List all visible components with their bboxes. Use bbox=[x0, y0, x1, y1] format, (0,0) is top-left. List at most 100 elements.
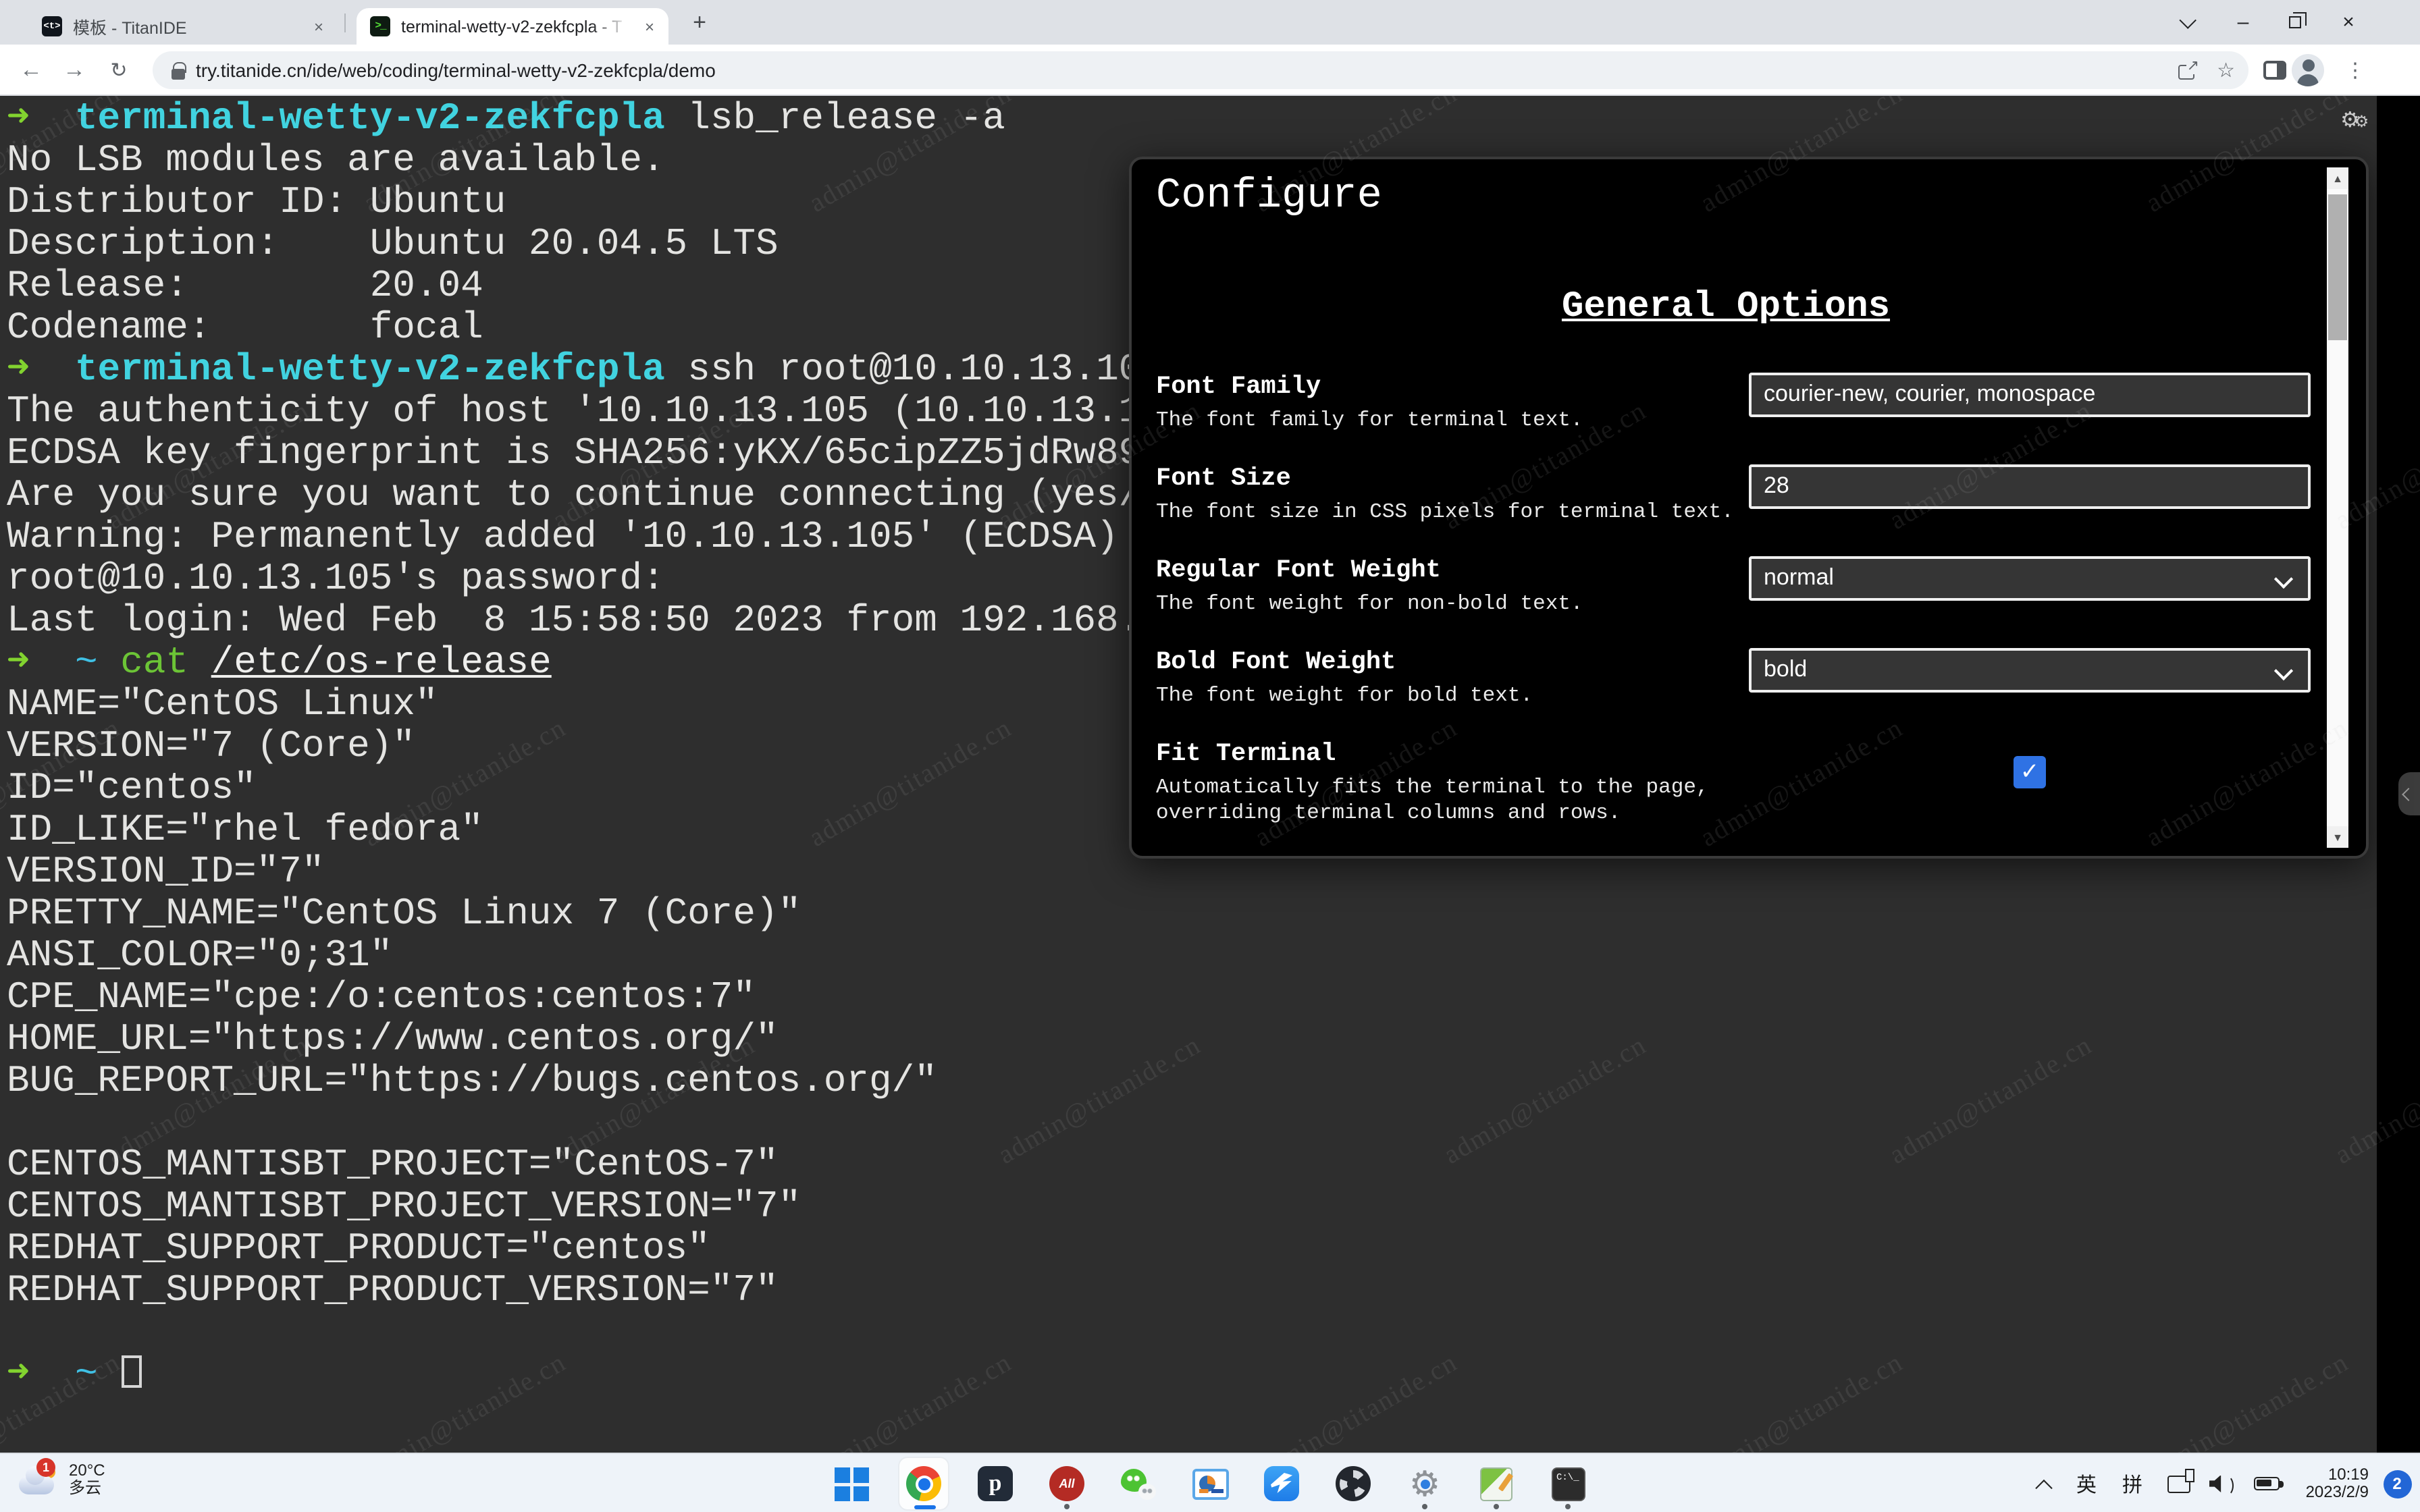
tray-chevron-up-icon[interactable] bbox=[2023, 1454, 2063, 1512]
taskbar-app-dingtalk[interactable] bbox=[1256, 1457, 1307, 1511]
taskbar-app-wechat[interactable] bbox=[1113, 1457, 1164, 1511]
bold-font-weight-description: The font weight for bold text. bbox=[1156, 683, 1737, 709]
tab-title: terminal-wetty-v2-zekfcpla - T bbox=[401, 17, 633, 36]
window-close-button[interactable]: × bbox=[2321, 0, 2375, 45]
forward-button[interactable]: → bbox=[54, 45, 95, 96]
cmd-icon: C:\_ bbox=[1551, 1467, 1585, 1501]
config-row-font-size: Font SizeThe font size in CSS pixels for… bbox=[1156, 464, 2311, 556]
network-icon[interactable] bbox=[2155, 1454, 2201, 1512]
terminal-line: PRETTY_NAME="CentOS Linux 7 (Core)" bbox=[7, 894, 1164, 936]
dialog-title: Configure bbox=[1156, 173, 1382, 220]
ime-pinyin-button[interactable]: 拼 bbox=[2109, 1454, 2155, 1512]
chart-app-icon bbox=[1192, 1468, 1228, 1499]
collapse-handle[interactable] bbox=[2398, 772, 2420, 815]
new-tab-button[interactable]: + bbox=[683, 7, 716, 39]
terminal-line: Warning: Permanently added '10.10.13.105… bbox=[7, 517, 1164, 559]
ime-language-button[interactable]: 英 bbox=[2063, 1454, 2109, 1512]
clock[interactable]: 10:19 2023/2/9 bbox=[2290, 1454, 2374, 1512]
terminal-line: No LSB modules are available. bbox=[7, 140, 1164, 182]
terminal-line: Distributor ID: Ubuntu bbox=[7, 182, 1164, 224]
config-row-bold-font-weight: Bold Font Weight The font weight for bold… bbox=[1156, 648, 2311, 740]
terminal-line: NAME="CentOS Linux" bbox=[7, 684, 1164, 726]
tab-close-icon[interactable]: × bbox=[308, 16, 330, 37]
terminal-settings-gears-icon[interactable]: ⚙⚙ bbox=[2340, 107, 2369, 134]
scroll-up-icon[interactable]: ▲ bbox=[2327, 167, 2348, 189]
check-icon: ✓ bbox=[2020, 759, 2040, 786]
taskbar-app-notepadpp[interactable] bbox=[1471, 1457, 1522, 1511]
taskbar-app-p-app[interactable]: p bbox=[970, 1457, 1021, 1511]
window-minimize-button[interactable]: – bbox=[2216, 0, 2270, 45]
chrome-icon bbox=[906, 1466, 941, 1501]
terminal-line: Description: Ubuntu 20.04.5 LTS bbox=[7, 224, 1164, 266]
share-icon[interactable]: ↗ bbox=[2178, 61, 2198, 80]
bold-font-weight-label: Bold Font Weight bbox=[1156, 648, 1737, 676]
terminal-output[interactable]: ➜ terminal-wetty-v2-zekfcpla lsb_release… bbox=[7, 99, 1164, 1396]
tab-close-icon[interactable]: × bbox=[639, 16, 660, 37]
notification-badge[interactable]: 2 bbox=[2374, 1454, 2420, 1512]
browser-toolbar: ← → ↻ try.titanide.cn/ide/web/coding/ter… bbox=[0, 45, 2420, 96]
dingtalk-icon bbox=[1264, 1466, 1299, 1501]
terminal-favicon-icon: >_ bbox=[370, 16, 390, 36]
browser-menu-icon[interactable]: ⋮ bbox=[2340, 45, 2370, 96]
terminal-line: The authenticity of host '10.10.13.105 (… bbox=[7, 392, 1164, 433]
terminal-line: REDHAT_SUPPORT_PRODUCT_VERSION="7" bbox=[7, 1270, 1164, 1312]
terminal-line: VERSION="7 (Core)" bbox=[7, 726, 1164, 768]
dialog-scrollbar[interactable]: ▲ ▼ bbox=[2327, 167, 2348, 848]
taskbar-app-cmd[interactable]: C:\_ bbox=[1542, 1457, 1594, 1511]
font-family-input[interactable]: courier-new, courier, monospace bbox=[1749, 373, 2311, 417]
reload-button[interactable]: ↻ bbox=[99, 45, 139, 96]
address-bar[interactable]: try.titanide.cn/ide/web/coding/terminal-… bbox=[153, 51, 2248, 89]
terminal-line: BUG_REPORT_URL="https://bugs.centos.org/… bbox=[7, 1061, 1164, 1103]
bold-font-weight-select[interactable]: bold bbox=[1749, 648, 2311, 693]
lock-icon[interactable] bbox=[172, 68, 185, 79]
terminal-line: ECDSA key fingerprint is SHA256:yKX/65ci… bbox=[7, 433, 1164, 475]
back-button[interactable]: ← bbox=[11, 45, 51, 96]
taskbar-app-pc-manager[interactable]: ⚙ bbox=[1399, 1457, 1450, 1511]
taskbar-app-chart-app[interactable] bbox=[1184, 1457, 1236, 1511]
tab-search-chevron-icon[interactable] bbox=[2162, 0, 2216, 45]
windows-taskbar: 1 20°C 多云 pAll⚙C:\_ 英 拼 10:19 2023/2/9 2 bbox=[0, 1453, 2420, 1512]
url-text: try.titanide.cn/ide/web/coding/terminal-… bbox=[196, 59, 716, 81]
terminal-line: Codename: focal bbox=[7, 308, 1164, 350]
watermark-text: admin@titanide.cn bbox=[1250, 1347, 1463, 1453]
terminal-line: ANSI_COLOR="0;31" bbox=[7, 936, 1164, 977]
terminal-line: REDHAT_SUPPORT_PRODUCT="centos" bbox=[7, 1228, 1164, 1270]
regular-font-weight-select[interactable]: normal bbox=[1749, 556, 2311, 601]
tab-terminal-wetty[interactable]: >_ terminal-wetty-v2-zekfcpla - T × bbox=[357, 8, 668, 45]
tab-divider bbox=[344, 14, 346, 32]
scrollbar-thumb[interactable] bbox=[2328, 194, 2347, 340]
pc-manager-icon: ⚙ bbox=[1407, 1466, 1442, 1501]
terminal-line: Are you sure you want to continue connec… bbox=[7, 475, 1164, 517]
terminal-line: HOME_URL="https://www.centos.org/" bbox=[7, 1019, 1164, 1061]
side-panel-icon[interactable] bbox=[2263, 61, 2286, 80]
volume-icon[interactable] bbox=[2201, 1454, 2242, 1512]
taskbar-app-obs[interactable] bbox=[1327, 1457, 1379, 1511]
terminal-cursor bbox=[122, 1355, 142, 1388]
taskbar-app-windows-start[interactable] bbox=[826, 1457, 878, 1511]
font-family-label: Font Family bbox=[1156, 373, 1737, 401]
bookmark-star-icon[interactable]: ☆ bbox=[2217, 58, 2235, 82]
fit-terminal-checkbox[interactable]: ✓ bbox=[2014, 756, 2046, 788]
scroll-down-icon[interactable]: ▼ bbox=[2327, 826, 2348, 848]
terminal-line: ➜ ~ bbox=[7, 1354, 1164, 1396]
font-size-label: Font Size bbox=[1156, 464, 1737, 493]
battery-icon[interactable] bbox=[2242, 1454, 2290, 1512]
terminal-line: root@10.10.13.105's password: bbox=[7, 559, 1164, 601]
config-row-regular-font-weight: Regular Font WeightThe font weight for n… bbox=[1156, 556, 2311, 648]
configure-dialog: Configure General Options Font FamilyThe… bbox=[1129, 157, 2369, 859]
window-restore-button[interactable] bbox=[2267, 0, 2321, 45]
watermark-text: admin@titanide.cn bbox=[1439, 1030, 1652, 1171]
terminal-line bbox=[7, 1312, 1164, 1354]
taskbar-app-alist[interactable]: All bbox=[1041, 1457, 1093, 1511]
taskbar-app-chrome[interactable] bbox=[898, 1457, 949, 1511]
profile-avatar[interactable] bbox=[2292, 54, 2324, 86]
terminal-line: CENTOS_MANTISBT_PROJECT_VERSION="7" bbox=[7, 1187, 1164, 1228]
terminal-line: ➜ ~ cat /etc/os-release bbox=[7, 643, 1164, 684]
fit-terminal-description: Automatically fits the terminal to the p… bbox=[1156, 775, 1737, 826]
terminal-line: VERSION_ID="7" bbox=[7, 852, 1164, 894]
font-size-input[interactable]: 28 bbox=[1749, 464, 2311, 509]
terminal-line: Release: 20.04 bbox=[7, 266, 1164, 308]
tab-titanide[interactable]: <t> 模板 - TitanIDE × bbox=[28, 8, 338, 45]
watermark-text: admin@titanide.cn bbox=[1695, 1347, 1909, 1453]
windows-start-icon bbox=[835, 1466, 870, 1501]
